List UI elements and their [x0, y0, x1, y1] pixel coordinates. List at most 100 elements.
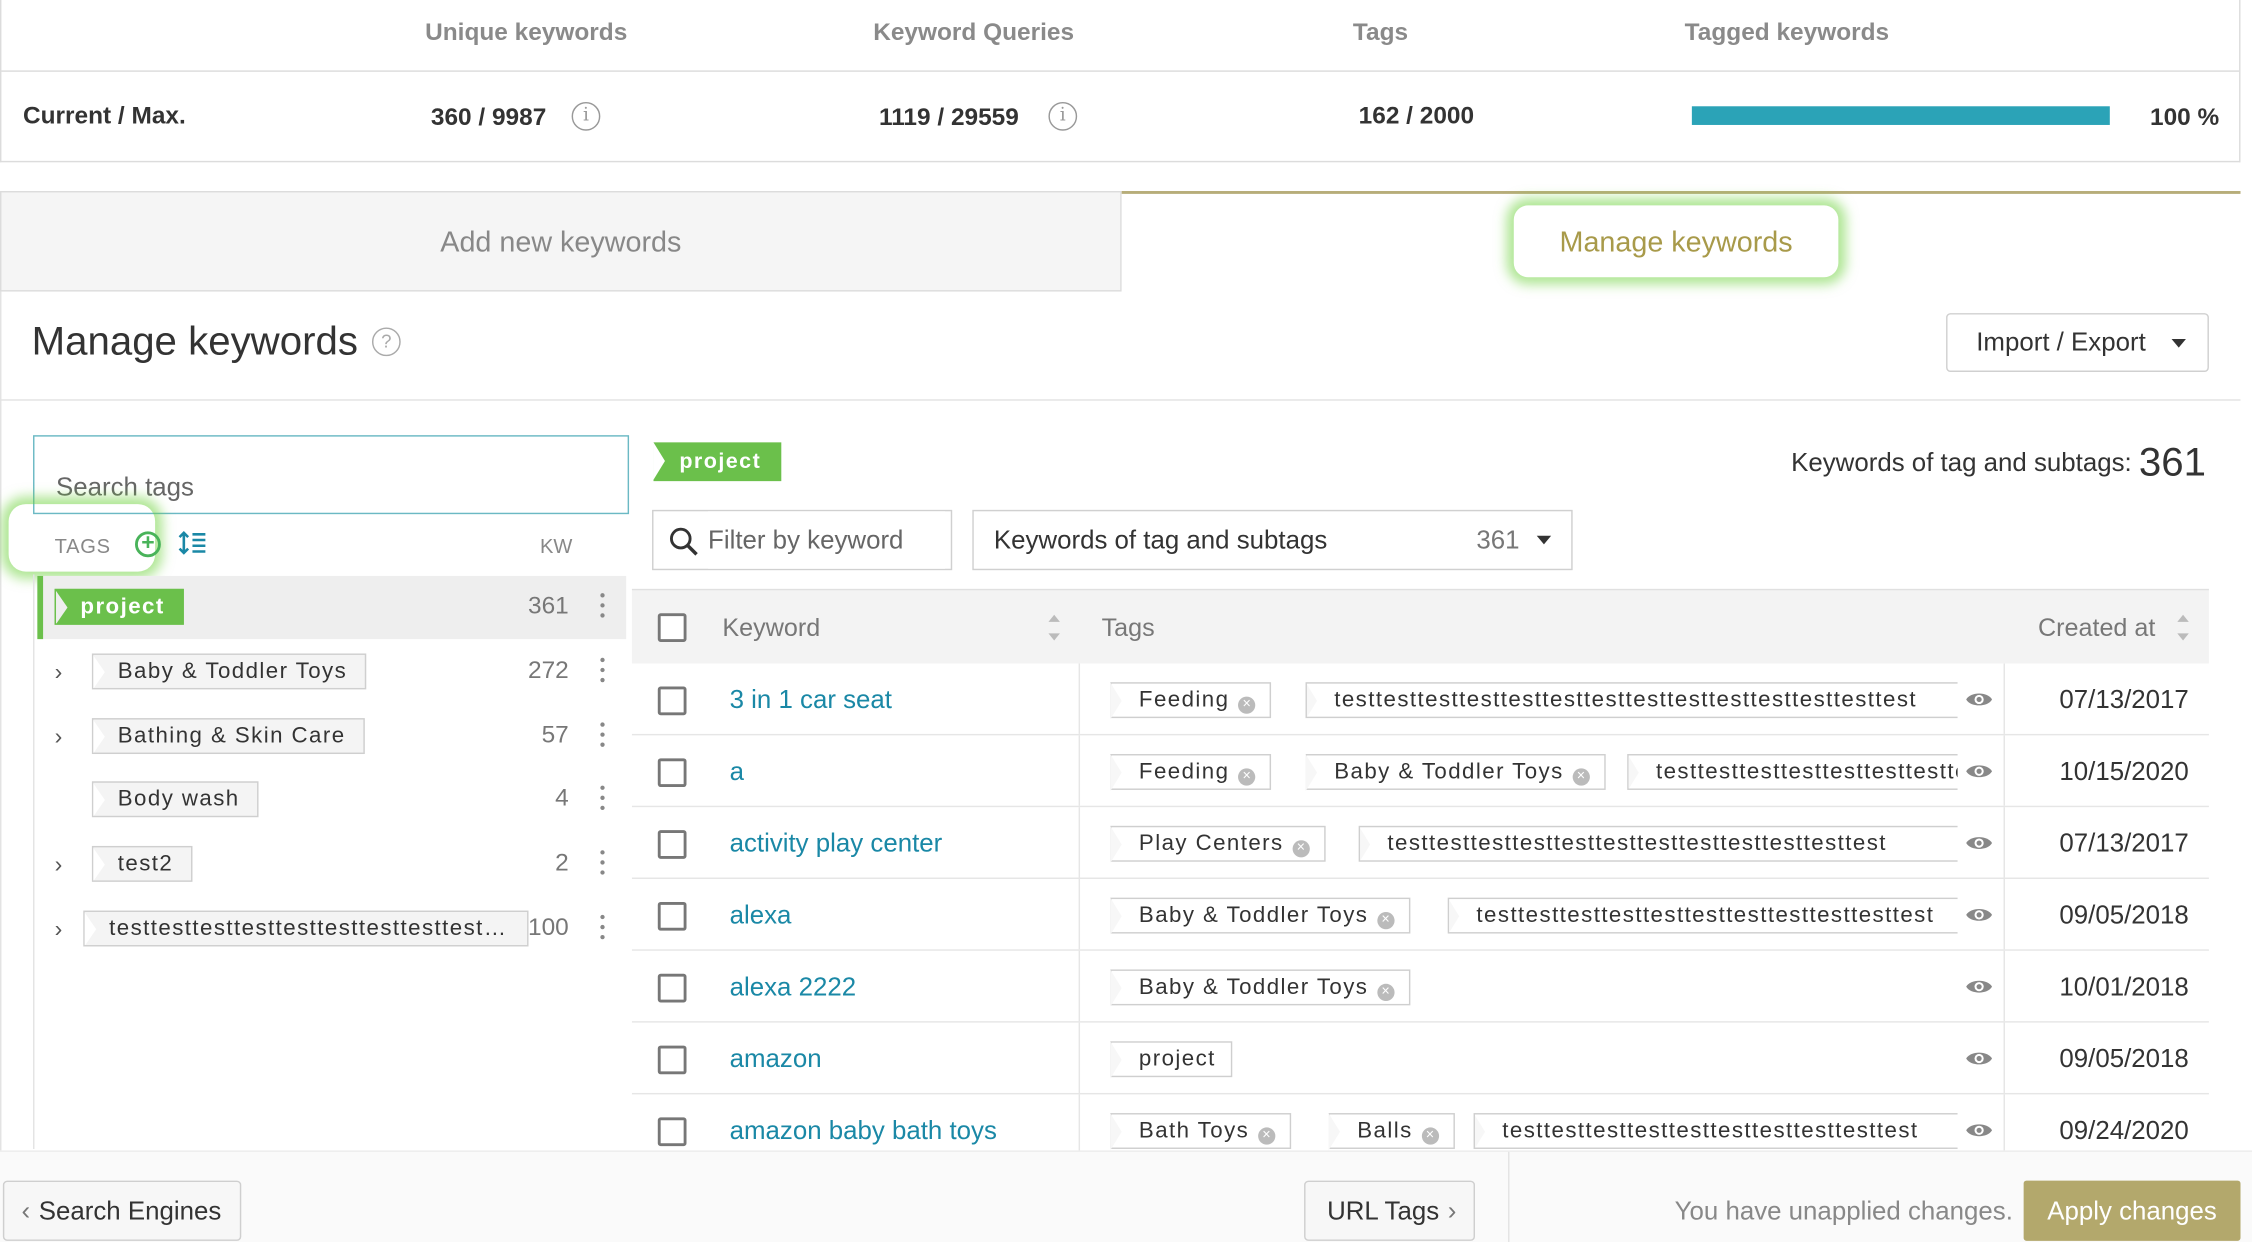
keyword-tag-chip[interactable]: Feeding × [1110, 682, 1272, 720]
table-row: amazon project 09/05/2018 [631, 1022, 2209, 1095]
row-checkbox[interactable] [657, 1117, 687, 1147]
eye-icon[interactable] [1965, 977, 1994, 997]
keyword-tag-label: Play Centers [1138, 831, 1284, 856]
keyword-queries-value: 1119 / 29559 [878, 103, 1019, 131]
table-row: 3 in 1 car seat Feeding × testtesttesttestt… [631, 663, 2209, 736]
keyword-tag-chip[interactable]: testtesttesttesttesttesttesttesttesttest… [1305, 682, 1958, 719]
tag-tree-item[interactable]: Body wash 4 [37, 769, 626, 832]
select-all-checkbox[interactable] [657, 613, 687, 642]
keyword-tags-cell: Feeding × Baby & Toddler Toys × testtesttest… [1110, 735, 1958, 807]
keyword-link[interactable]: 3 in 1 car seat [730, 685, 892, 715]
chevron-right-icon[interactable]: › [55, 918, 63, 944]
keyword-scope-label: Keywords of tag and subtags [993, 525, 1328, 555]
add-tag-icon[interactable]: + [135, 531, 161, 558]
tag-name[interactable]: Baby & Toddler Toys [91, 653, 366, 690]
tag-name[interactable]: Bathing & Skin Care [91, 717, 365, 754]
keyword-link[interactable]: amazon baby bath toys [730, 1116, 997, 1146]
apply-changes-button[interactable]: Apply changes [2023, 1180, 2241, 1241]
remove-tag-icon[interactable]: × [1376, 983, 1395, 1002]
row-checkbox[interactable] [657, 758, 687, 788]
row-checkbox[interactable] [657, 1045, 687, 1075]
more-options-icon[interactable] [600, 914, 606, 944]
remove-tag-icon[interactable]: × [1376, 911, 1395, 930]
chevron-right-icon[interactable]: › [55, 853, 63, 879]
remove-tag-icon[interactable]: × [1238, 696, 1256, 714]
column-keyword[interactable]: Keyword [722, 613, 820, 643]
search-engines-button[interactable]: ‹ Search Engines [2, 1180, 242, 1241]
eye-icon[interactable] [1965, 1120, 1994, 1140]
tag-tree-item[interactable]: › testtesttesttesttesttesttesttesttesttes… [37, 898, 626, 961]
tag-name[interactable]: test2 [91, 846, 192, 883]
filter-keyword-input[interactable] [708, 511, 946, 569]
eye-icon[interactable] [1965, 905, 1994, 925]
keyword-tag-chip[interactable]: Baby & Toddler Toys × [1110, 897, 1410, 935]
row-checkbox[interactable] [657, 686, 687, 716]
info-icon[interactable]: i [1048, 101, 1078, 131]
progress-fill [1691, 106, 2110, 125]
keyword-tag-label: testtesttesttesttesttesttesttest [1655, 759, 1958, 785]
keyword-tag-chip[interactable]: project [1110, 1041, 1232, 1079]
remove-tag-icon[interactable]: × [1572, 768, 1590, 786]
row-checkbox[interactable] [657, 901, 687, 931]
tag-tree-item[interactable]: › Bathing & Skin Care 57 [37, 705, 626, 768]
keyword-tag-chip[interactable]: Baby & Toddler Toys × [1110, 969, 1410, 1007]
import-export-label: Import / Export [1976, 327, 2146, 357]
remove-tag-icon[interactable]: × [1292, 840, 1310, 858]
tag-name[interactable]: testtesttesttesttesttesttesttesttesttest… [83, 910, 529, 947]
keyword-link[interactable]: activity play center [730, 829, 943, 859]
eye-icon[interactable] [1965, 833, 1994, 853]
created-date: 07/13/2017 [2059, 685, 2189, 714]
import-export-button[interactable]: Import / Export [1946, 313, 2209, 372]
more-options-icon[interactable] [600, 593, 606, 622]
keyword-tag-chip[interactable]: testtesttesttesttesttesttesttest [1627, 754, 1958, 790]
keyword-link[interactable]: amazon [730, 1044, 822, 1074]
sort-keyword-icon[interactable] [1048, 609, 1062, 646]
chevron-right-icon[interactable]: › [55, 660, 63, 686]
more-options-icon[interactable] [600, 850, 606, 880]
keyword-tag-chip[interactable]: Baby & Toddler Toys × [1305, 754, 1606, 792]
row-checkbox[interactable] [657, 830, 687, 859]
remove-tag-icon[interactable]: × [1238, 768, 1256, 786]
chevron-right-icon: › [1447, 1196, 1457, 1226]
remove-tag-icon[interactable]: × [1257, 1127, 1276, 1145]
sort-created-icon[interactable] [2177, 609, 2191, 646]
more-options-icon[interactable] [600, 721, 606, 751]
tag-tree-item[interactable]: › Baby & Toddler Toys 272 [37, 640, 626, 703]
tag-tree-item[interactable]: project 361 [37, 575, 627, 640]
eye-icon[interactable] [1965, 761, 1994, 781]
keyword-tag-label: Baby & Toddler Toys [1138, 903, 1369, 928]
keyword-tag-chip[interactable]: Feeding × [1110, 754, 1272, 792]
tab-manage-keywords[interactable]: Manage keywords [1514, 205, 1839, 277]
url-tags-button[interactable]: URL Tags › [1304, 1180, 1475, 1241]
keyword-tag-chip[interactable]: testtesttesttesttesttesttesttesttesttest [1473, 1113, 1958, 1149]
keyword-tag-chip[interactable]: Play Centers × [1110, 825, 1326, 864]
usage-stats-panel: Unique keywords Keyword Queries Tags Tag… [0, 0, 2241, 163]
keyword-link[interactable]: a [730, 757, 744, 787]
row-checkbox[interactable] [657, 973, 687, 1003]
sort-order-icon[interactable] [178, 529, 207, 558]
tag-name[interactable]: project [54, 588, 184, 625]
row-label: Current / Max. [22, 101, 186, 130]
filter-keyword-box[interactable] [652, 509, 953, 571]
keyword-tag-chip[interactable]: Balls × [1328, 1113, 1455, 1151]
keyword-tag-chip[interactable]: testtesttesttesttesttesttesttesttesttest… [1358, 825, 1958, 862]
more-options-icon[interactable] [600, 786, 606, 815]
tag-name[interactable]: Body wash [91, 781, 259, 818]
keyword-tag-chip[interactable]: Bath Toys × [1110, 1113, 1291, 1151]
tag-tree-item[interactable]: › test2 2 [37, 833, 626, 896]
info-icon[interactable]: i [571, 101, 601, 131]
keyword-scope-select[interactable]: Keywords of tag and subtags 361 [972, 509, 1573, 571]
remove-tag-icon[interactable]: × [1421, 1127, 1439, 1145]
keyword-link[interactable]: alexa [730, 901, 792, 931]
eye-icon[interactable] [1965, 1048, 1994, 1068]
eye-icon[interactable] [1965, 689, 1994, 709]
chevron-right-icon[interactable]: › [55, 725, 63, 751]
search-tags-input[interactable] [33, 435, 630, 515]
help-icon[interactable]: ? [371, 327, 401, 357]
tab-add-new-keywords[interactable]: Add new keywords [0, 191, 1122, 292]
keyword-tags-cell: Play Centers × testtesttesttesttesttesttes… [1110, 807, 1958, 879]
column-created-at[interactable]: Created at [2038, 613, 2155, 643]
keyword-link[interactable]: alexa 2222 [730, 972, 856, 1002]
keyword-tag-chip[interactable]: testtesttesttesttesttesttesttesttesttest… [1447, 897, 1958, 934]
more-options-icon[interactable] [600, 657, 606, 686]
